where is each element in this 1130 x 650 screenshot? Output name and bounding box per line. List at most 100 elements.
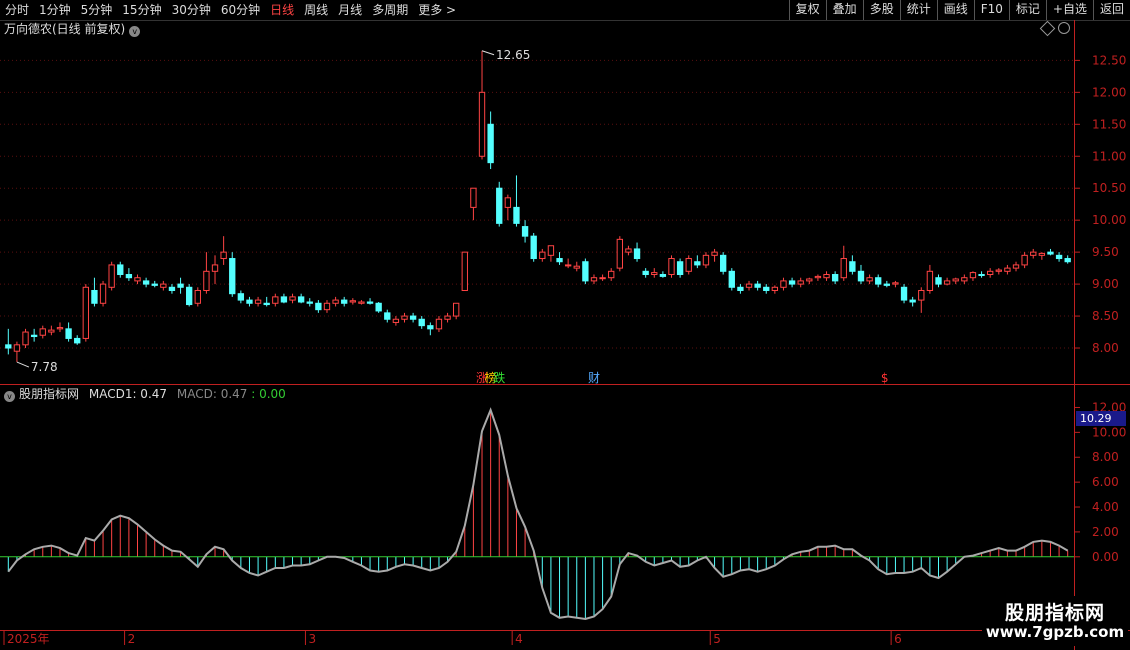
candle-body xyxy=(771,286,779,291)
candle-body xyxy=(521,226,529,237)
candle-body xyxy=(530,235,537,260)
candle-body xyxy=(470,187,477,208)
candle-body xyxy=(418,318,425,327)
candle-body xyxy=(978,274,985,277)
candle-body xyxy=(1047,251,1054,255)
candle-body xyxy=(625,248,632,253)
candle-body xyxy=(30,334,38,338)
candle-body xyxy=(246,299,253,304)
candle-body xyxy=(720,254,727,272)
current-value-tag: 10.29 xyxy=(1076,411,1126,426)
price-tick-label: 8.00 xyxy=(1092,341,1119,355)
candle-body xyxy=(117,264,124,276)
candle-body xyxy=(177,283,184,288)
zero-value: : 0.00 xyxy=(251,387,286,401)
candle-body xyxy=(504,197,512,208)
candle-body xyxy=(229,258,236,295)
candle-body xyxy=(547,245,555,256)
watermark-title: 股朋指标网 xyxy=(1004,602,1105,624)
price-tick-label: 8.50 xyxy=(1092,309,1119,323)
candle-body xyxy=(392,318,400,323)
candle-body xyxy=(306,301,313,304)
candle-body xyxy=(840,258,847,279)
candle-body xyxy=(435,318,443,330)
candle-body xyxy=(539,251,546,260)
price-tick-label: 10.50 xyxy=(1092,181,1126,195)
candle-body xyxy=(616,238,623,269)
candle-body xyxy=(943,280,951,285)
candle-body xyxy=(642,270,649,276)
chevron-down-icon[interactable]: v xyxy=(4,391,15,402)
candle-body xyxy=(866,277,873,282)
watermark-url: www.7gpzb.com xyxy=(985,623,1125,641)
indicator-title[interactable]: v 股朋指标网 MACD1: 0.47 MACD: 0.47 : 0.00 xyxy=(4,386,286,402)
chart-canvas: 12.50 12.00 11.50 11.00 10.50 10.00 9.50 9.00 8.… xyxy=(0,20,1130,650)
event-marker: 跌 xyxy=(493,370,505,385)
price-tick-label: 11.50 xyxy=(1092,117,1126,131)
macd-value: MACD: 0.47 xyxy=(176,387,248,401)
candle-body xyxy=(900,286,908,301)
macd1-value: MACD1: 0.47 xyxy=(88,387,168,401)
candle-body xyxy=(56,327,64,330)
candle-body xyxy=(814,275,822,279)
candle-body xyxy=(676,261,684,276)
indicator-name: 股朋指标网 xyxy=(19,387,80,401)
price-tick-label: 10.00 xyxy=(1092,213,1126,227)
candle-body xyxy=(582,261,589,282)
candle-body xyxy=(13,344,21,352)
candle-body xyxy=(254,299,262,304)
time-label: 2 xyxy=(128,632,136,646)
price-tick-label: 12.50 xyxy=(1092,53,1126,67)
candle-body xyxy=(857,270,865,282)
candle-body xyxy=(220,251,227,260)
macd-tick-label: 4.00 xyxy=(1092,500,1119,514)
candle-body xyxy=(806,278,813,282)
candle-body xyxy=(573,265,580,269)
candle-body xyxy=(151,283,158,286)
low-label: 7.78 xyxy=(31,360,58,374)
candle-body xyxy=(323,302,331,311)
candle-body xyxy=(409,315,417,320)
candle-body xyxy=(315,302,322,311)
candle-body xyxy=(969,272,977,279)
candle-body xyxy=(444,315,451,320)
price-tick-label: 11.00 xyxy=(1092,149,1126,163)
candle-body xyxy=(1055,254,1063,260)
watermark: 股朋指标网 www.7gpzb.com xyxy=(982,596,1128,646)
price-tick-label: 12.00 xyxy=(1092,85,1126,99)
candle-body xyxy=(754,283,761,288)
event-marker: $ xyxy=(881,371,889,385)
candle-body xyxy=(82,286,89,339)
macd-tick-label: 6.00 xyxy=(1092,475,1119,489)
candle-body xyxy=(375,302,382,312)
candle-body xyxy=(599,277,606,280)
candle-body xyxy=(737,286,744,291)
candle-body xyxy=(608,270,615,279)
candle-body xyxy=(659,274,667,277)
candle-body xyxy=(1012,264,1020,269)
candle-body xyxy=(134,277,141,282)
candle-body xyxy=(280,296,288,303)
candle-body xyxy=(926,270,934,291)
candle-body xyxy=(186,286,193,306)
candle-body xyxy=(875,277,882,285)
candle-body xyxy=(892,282,899,285)
candle-body xyxy=(651,272,658,276)
candle-body xyxy=(160,283,167,288)
candle-body xyxy=(125,274,133,279)
candle-body xyxy=(203,270,210,291)
candle-body xyxy=(918,289,925,301)
macd-tick-label: 2.00 xyxy=(1092,525,1119,539)
candle-body xyxy=(1021,254,1028,266)
candle-body xyxy=(1030,251,1037,256)
candle-body xyxy=(564,264,572,267)
time-label: 5 xyxy=(713,632,721,646)
candle-body xyxy=(711,251,718,256)
macd-tick-label: 10.00 xyxy=(1092,425,1126,439)
candle-body xyxy=(1038,252,1046,256)
candle-body xyxy=(263,302,270,306)
candle-body xyxy=(478,91,486,157)
candle-body xyxy=(487,123,494,164)
candle-body xyxy=(194,289,201,304)
candle-body xyxy=(401,315,408,320)
